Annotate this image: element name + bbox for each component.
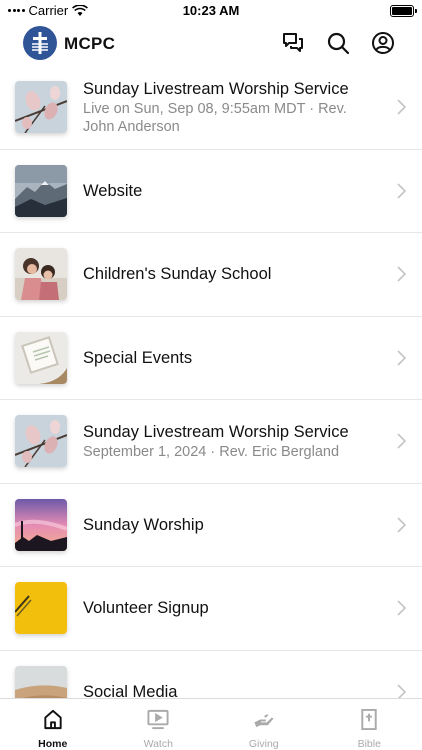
mountain-thumbnail [15, 164, 67, 217]
list-item[interactable]: Sunday Livestream Worship Service Live o… [0, 66, 422, 150]
yellow-thumbnail [15, 582, 67, 634]
list-item[interactable]: Children's Sunday School [0, 233, 422, 317]
list-item-text: Children's Sunday School [83, 233, 382, 316]
tab-bible[interactable]: Bible [317, 699, 422, 750]
content-list[interactable]: Sunday Livestream Worship Service Live o… [0, 66, 422, 698]
list-item-title: Sunday Worship [83, 515, 204, 534]
bible-icon [361, 708, 377, 731]
list-item-title: Children's Sunday School [83, 265, 272, 284]
list-item[interactable]: Sunday Livestream Worship Service Septem… [0, 400, 422, 484]
church-logo-icon[interactable] [23, 26, 57, 60]
list-item[interactable]: Social Media [0, 651, 422, 698]
list-item-title: Social Media [83, 682, 178, 698]
chevron-right-icon [397, 266, 406, 282]
list-item-title: Sunday Livestream Worship Service [83, 422, 349, 441]
chevron-right-icon [397, 517, 406, 533]
list-item-title: Volunteer Signup [83, 599, 209, 618]
app-header: MCPC [0, 24, 422, 64]
battery-icon [390, 5, 417, 17]
list-item-text: Social Media [83, 651, 382, 698]
desert-thumbnail [15, 665, 67, 698]
list-item-text: Special Events [83, 317, 382, 400]
list-item-title: Website [83, 181, 143, 200]
chevron-right-icon [397, 350, 406, 366]
search-icon[interactable] [326, 31, 350, 55]
chevron-right-icon [397, 684, 406, 698]
sunset-thumbnail [15, 498, 67, 551]
tab-label: Watch [143, 738, 173, 750]
chevron-right-icon [397, 433, 406, 449]
tab-home[interactable]: Home [0, 699, 106, 750]
list-item-title: Sunday Livestream Worship Service [83, 79, 349, 98]
tab-label: Home [38, 738, 68, 750]
tab-giving[interactable]: Giving [211, 699, 317, 750]
list-item-text: Sunday Livestream Worship Service Septem… [83, 400, 382, 483]
tab-label: Giving [248, 738, 279, 750]
status-bar: Carrier 10:23 AM [0, 0, 422, 22]
tab-label: Bible [357, 738, 381, 750]
children-thumbnail [15, 248, 67, 300]
tab-bar: Home Watch Giving Bible [0, 698, 422, 750]
list-item-title: Special Events [83, 348, 193, 367]
chevron-right-icon [397, 600, 406, 616]
list-item-text: Sunday Livestream Worship Service Live o… [83, 66, 382, 149]
home-icon [44, 709, 62, 730]
account-icon[interactable] [371, 31, 395, 55]
magnolia-thumbnail [15, 81, 67, 133]
list-item[interactable]: Special Events [0, 317, 422, 400]
app-title: MCPC [64, 34, 116, 53]
chat-bubbles-icon[interactable] [281, 31, 305, 55]
clock: 10:23 AM [182, 3, 240, 18]
list-item[interactable]: Volunteer Signup [0, 567, 422, 651]
list-item-subtitle: September 1, 2024 · Rev. Eric Bergland [83, 443, 340, 460]
list-item-text: Website [83, 150, 382, 233]
video-play-icon [147, 709, 169, 730]
notebook-thumbnail [15, 331, 67, 384]
magnolia-thumbnail [15, 415, 67, 467]
list-item-subtitle: Live on Sun, Sep 08, 9:55am MDT · Rev. J… [83, 100, 347, 135]
giving-hand-icon [254, 714, 274, 728]
list-item[interactable]: Sunday Worship [0, 484, 422, 567]
list-item-text: Sunday Worship [83, 484, 382, 567]
list-item[interactable]: Website [0, 150, 422, 233]
tab-watch[interactable]: Watch [106, 699, 212, 750]
chevron-right-icon [397, 183, 406, 199]
chevron-right-icon [397, 99, 406, 115]
list-item-text: Volunteer Signup [83, 567, 382, 650]
